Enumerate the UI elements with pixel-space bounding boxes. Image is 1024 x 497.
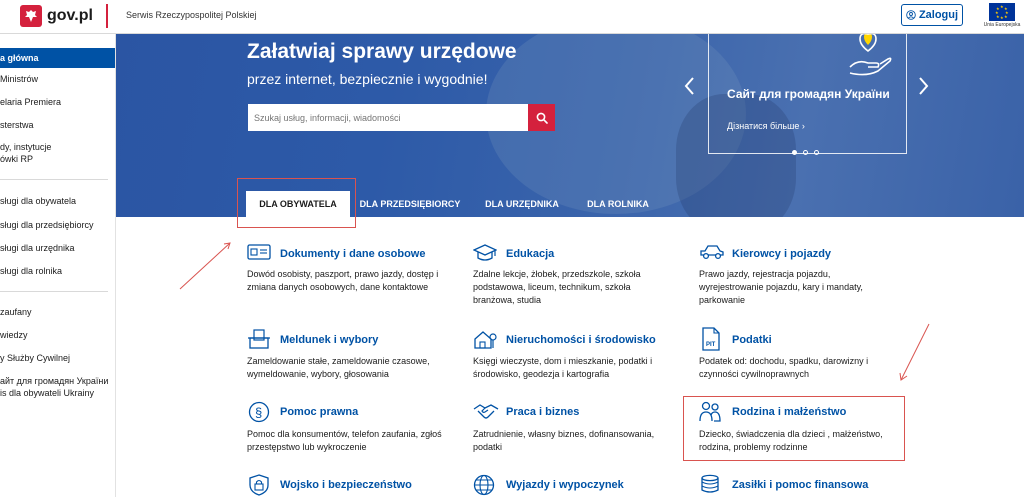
house-tree-icon: [473, 328, 497, 355]
category-title-registration[interactable]: Meldunek i wybory: [280, 334, 378, 346]
paragraph-icon: §: [248, 401, 270, 428]
car-icon: [699, 243, 725, 266]
sidebar-item-knowledge[interactable]: wiedzy: [0, 329, 115, 341]
category-desc-taxes: Podatek od: dochodu, spadku, darowizny i…: [699, 356, 869, 379]
carousel-next-button[interactable]: [918, 76, 930, 101]
category-title-work[interactable]: Praca i biznes: [506, 406, 579, 418]
eu-text: Unia Europejska: [983, 22, 1021, 28]
shield-lock-icon: [248, 474, 270, 497]
sidebar-item-ukraine-pl[interactable]: is dla obywateli Ukrainy: [0, 387, 115, 399]
category-title-real-estate[interactable]: Nieruchomości i środowisko: [506, 334, 656, 346]
category-title-taxes[interactable]: Podatki: [732, 334, 772, 346]
category-desc-work: Zatrudnienie, własny biznes, dofinansowa…: [473, 429, 655, 452]
sidebar-item-civil-service[interactable]: y Służby Cywilnej: [0, 352, 115, 364]
handshake-icon: [473, 401, 499, 426]
category-title-benefits[interactable]: Zasiłki i pomoc finansowa: [732, 479, 868, 491]
carousel-dots: [792, 150, 819, 155]
category-desc-legal-aid: Pomoc dla konsumentów, telefon zaufania,…: [247, 429, 442, 452]
chevron-left-icon: [684, 77, 694, 95]
eagle-emblem-icon: [20, 5, 42, 27]
category-desc-registration: Zameldowanie stałe, zameldowanie czasowe…: [247, 356, 430, 379]
login-button[interactable]: Zaloguj: [901, 4, 963, 26]
svg-text:PIT: PIT: [706, 342, 716, 348]
pit-form-icon: PIT: [700, 327, 722, 356]
sidebar-divider: [0, 179, 108, 180]
annotation-arrow-icon: [899, 323, 930, 381]
id-card-icon: [247, 243, 271, 266]
carousel-card[interactable]: Сайт для громадян України Дізнатися біль…: [708, 34, 907, 154]
category-desc-documents: Dowód osobisty, paszport, prawo jazdy, d…: [247, 269, 439, 292]
gov-logo[interactable]: gov.pl: [20, 4, 93, 28]
carousel-card-title: Сайт для громадян України: [727, 87, 890, 101]
sidebar-item-trusted-profile[interactable]: zaufany: [0, 306, 115, 318]
annotation-box-family: [683, 396, 905, 461]
annotation-arrow-icon: [179, 242, 231, 290]
user-circle-icon: [906, 10, 916, 20]
sidebar-item-business-services[interactable]: sługi dla przedsiębiorcy: [0, 219, 115, 231]
tab-farmer[interactable]: DLA ROLNIKA: [578, 191, 658, 217]
sidebar-item-ukraine-ua[interactable]: айт для громадян України: [0, 375, 115, 387]
ballot-icon: [247, 328, 271, 355]
sidebar-menu: a główna Ministrów elaria Premiera sters…: [0, 34, 116, 497]
svg-text:§: §: [255, 405, 262, 420]
category-title-legal-aid[interactable]: Pomoc prawna: [280, 406, 358, 418]
sidebar-item-institutions[interactable]: dy, instytucje: [0, 141, 115, 153]
carousel-dot[interactable]: [803, 150, 808, 155]
graduation-cap-icon: [472, 243, 498, 268]
hero-title: Załatwiaj sprawy urzędowe: [247, 40, 517, 63]
search-icon: [536, 112, 548, 124]
hero-subtitle: przez internet, bezpiecznie i wygodnie!: [247, 71, 488, 87]
sidebar-item-chancellery[interactable]: elaria Premiera: [0, 96, 115, 108]
category-title-military[interactable]: Wojsko i bezpieczeństwo: [280, 479, 412, 491]
page: gov.pl Serwis Rzeczypospolitej Polskiej …: [0, 0, 1024, 497]
carousel-dot[interactable]: [814, 150, 819, 155]
annotation-box-tab: [237, 178, 356, 228]
category-title-travel[interactable]: Wyjazdy i wypoczynek: [506, 479, 624, 491]
carousel-prev-button[interactable]: [683, 76, 695, 101]
sidebar-item-home[interactable]: a główna: [0, 48, 115, 68]
eu-logo: ★ ★ ★ ★ ★ ★ ★ ★ Unia Europejska: [983, 3, 1021, 31]
sidebar-divider: [0, 291, 108, 292]
logo-divider: [106, 4, 108, 28]
category-title-documents[interactable]: Dokumenty i dane osobowe: [280, 248, 425, 260]
category-title-education[interactable]: Edukacja: [506, 248, 554, 260]
category-desc-education: Zdalne lekcje, żłobek, przedszkole, szko…: [473, 269, 641, 305]
coins-icon: [699, 474, 721, 497]
carousel-dot[interactable]: [792, 150, 797, 155]
category-desc-drivers: Prawo jazdy, rejestracja pojazdu, wyreje…: [699, 269, 863, 305]
carousel-card-link[interactable]: Дізнатися більше ›: [727, 121, 805, 131]
sidebar-item-council[interactable]: Ministrów: [0, 73, 115, 85]
logo-text: gov.pl: [47, 7, 93, 24]
service-name: Serwis Rzeczypospolitej Polskiej: [126, 10, 257, 20]
sidebar-item-institutions-2[interactable]: ówki RP: [0, 153, 115, 165]
tab-official[interactable]: DLA URZĘDNIKA: [474, 191, 570, 217]
sidebar-item-farmer-services[interactable]: sługi dla rolnika: [0, 265, 115, 277]
sidebar-item-citizen-services[interactable]: sługi dla obywatela: [0, 195, 115, 207]
sidebar-item-official-services[interactable]: sługi dla urzędnika: [0, 242, 115, 254]
ukraine-heart-hand-icon: [846, 34, 894, 82]
category-title-drivers[interactable]: Kierowcy i pojazdy: [732, 248, 831, 260]
login-label: Zaloguj: [918, 9, 959, 21]
category-desc-real-estate: Księgi wieczyste, dom i mieszkanie, poda…: [473, 356, 653, 379]
search-button[interactable]: [528, 104, 555, 131]
top-header: gov.pl Serwis Rzeczypospolitej Polskiej …: [0, 0, 1024, 34]
tab-business[interactable]: DLA PRZEDSIĘBIORCY: [354, 191, 466, 217]
chevron-right-icon: [919, 77, 929, 95]
eu-flag-icon: ★ ★ ★ ★ ★ ★ ★ ★: [989, 3, 1015, 21]
globe-icon: [473, 474, 495, 497]
search-input[interactable]: [248, 104, 528, 131]
sidebar-item-ministries[interactable]: sterstwa: [0, 119, 115, 131]
